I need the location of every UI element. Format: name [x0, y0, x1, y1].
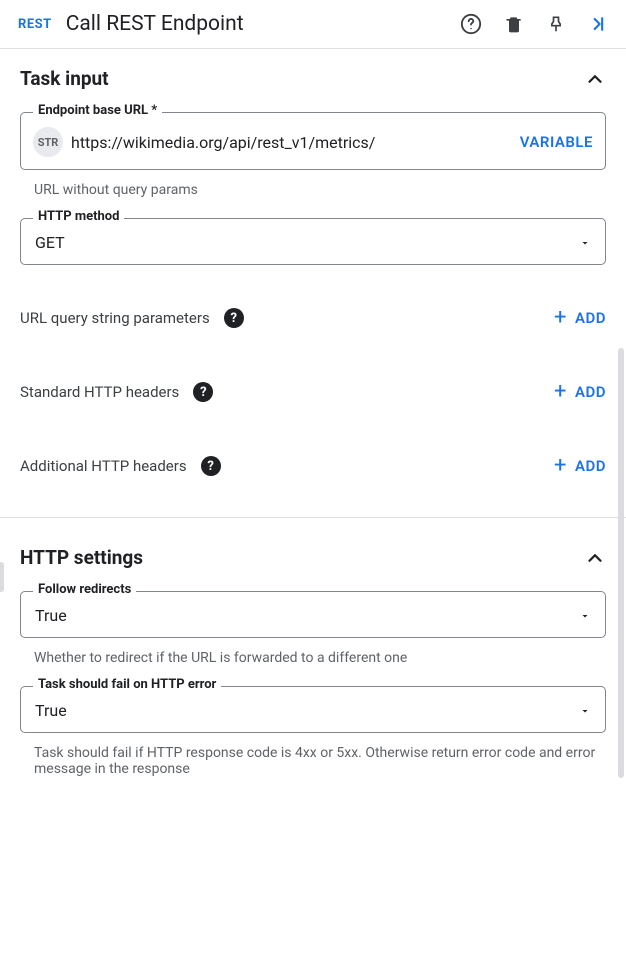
dropdown-arrow-icon [579, 237, 591, 249]
url-query-params-row: URL query string parameters ? + ADD [20, 281, 606, 355]
endpoint-url-label: Endpoint base URL * [33, 103, 162, 118]
task-input-section-header[interactable]: Task input [20, 67, 606, 90]
follow-redirects-label: Follow redirects [33, 582, 136, 597]
http-method-label: HTTP method [33, 209, 124, 224]
follow-redirects-field[interactable]: Follow redirects True [20, 591, 606, 638]
fail-on-error-helper: Task should fail if HTTP response code i… [20, 739, 606, 777]
url-query-params-label: URL query string parameters [20, 309, 210, 327]
header-actions [460, 13, 608, 35]
dropdown-arrow-icon [579, 705, 591, 717]
add-additional-header-button[interactable]: + ADD [554, 455, 606, 477]
type-badge-string: STR [33, 127, 63, 157]
standard-headers-label: Standard HTTP headers [20, 383, 179, 401]
endpoint-url-helper: URL without query params [20, 176, 606, 198]
help-icon[interactable] [460, 13, 482, 35]
panel-content: Task input Endpoint base URL * STR https… [0, 49, 626, 799]
additional-headers-label: Additional HTTP headers [20, 457, 187, 475]
chevron-up-icon [584, 547, 606, 569]
http-settings-section: HTTP settings Follow redirects True Whet… [20, 518, 606, 777]
dropdown-arrow-icon [579, 610, 591, 622]
add-query-param-button[interactable]: + ADD [554, 307, 606, 329]
delete-icon[interactable] [504, 14, 524, 34]
task-input-title: Task input [20, 67, 109, 90]
http-settings-title: HTTP settings [20, 546, 143, 569]
scrollbar[interactable] [618, 348, 624, 778]
help-icon[interactable]: ? [224, 308, 244, 328]
endpoint-url-field: Endpoint base URL * STR https://wikimedi… [20, 112, 606, 170]
left-edge-tab[interactable] [0, 562, 4, 592]
pin-icon[interactable] [546, 14, 566, 34]
collapse-panel-icon[interactable] [588, 14, 608, 34]
follow-redirects-helper: Whether to redirect if the URL is forwar… [20, 644, 606, 666]
fail-on-error-label: Task should fail on HTTP error [33, 677, 221, 692]
plus-icon: + [554, 455, 567, 477]
fail-on-error-field[interactable]: Task should fail on HTTP error True [20, 686, 606, 733]
help-icon[interactable]: ? [201, 456, 221, 476]
follow-redirects-value: True [35, 606, 67, 625]
panel-header: REST Call REST Endpoint [0, 0, 626, 49]
http-method-field[interactable]: HTTP method GET [20, 218, 606, 265]
panel-title: Call REST Endpoint [66, 12, 446, 36]
help-icon[interactable]: ? [193, 382, 213, 402]
variable-button[interactable]: VARIABLE [520, 133, 593, 151]
rest-badge: REST [18, 17, 52, 32]
chevron-up-icon [584, 68, 606, 90]
http-method-value: GET [35, 233, 65, 252]
plus-icon: + [554, 307, 567, 329]
plus-icon: + [554, 381, 567, 403]
http-settings-header[interactable]: HTTP settings [20, 546, 606, 569]
standard-headers-row: Standard HTTP headers ? + ADD [20, 355, 606, 429]
endpoint-url-input[interactable]: https://wikimedia.org/api/rest_v1/metric… [71, 133, 512, 152]
additional-headers-row: Additional HTTP headers ? + ADD [20, 429, 606, 503]
add-standard-header-button[interactable]: + ADD [554, 381, 606, 403]
fail-on-error-value: True [35, 701, 67, 720]
